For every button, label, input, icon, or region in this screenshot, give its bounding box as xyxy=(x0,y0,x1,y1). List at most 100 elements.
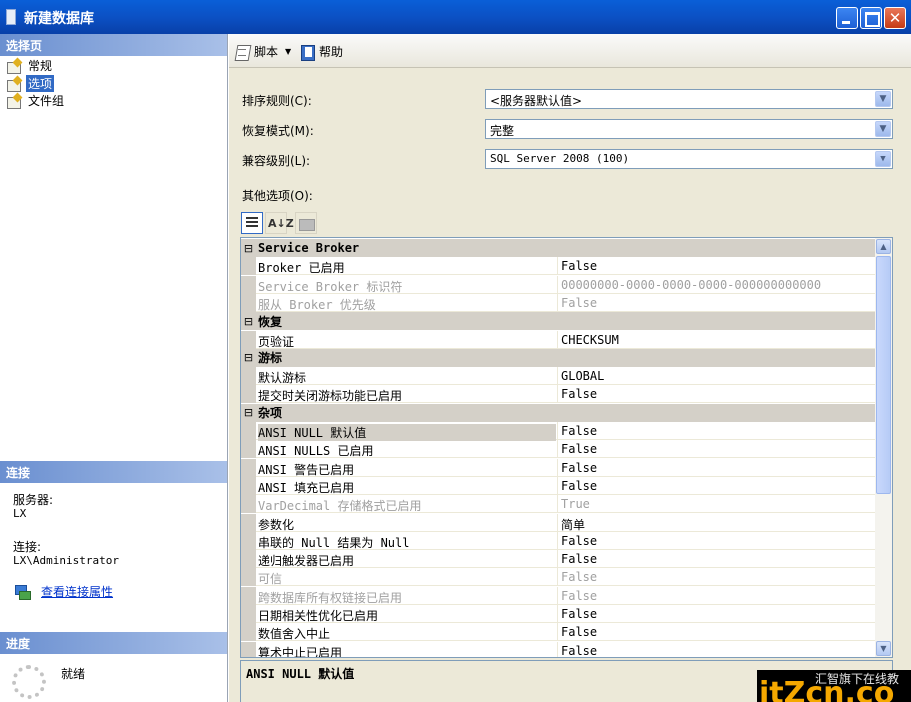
property-pages-icon[interactable] xyxy=(295,212,317,234)
window-title: 新建数据库 xyxy=(24,11,94,27)
grid-row[interactable]: 默认游标 GLOBAL xyxy=(241,367,875,386)
page-item[interactable]: 常规 xyxy=(6,57,54,74)
grid-row-name: 默认游标 xyxy=(258,371,307,386)
grid-row[interactable]: ANSI 警告已启用 False xyxy=(241,458,875,477)
grid-scrollbar[interactable]: ▲ ▼ xyxy=(875,238,892,657)
page-item[interactable]: 文件组 xyxy=(6,92,66,109)
grid-category[interactable]: ⊟ 恢复 xyxy=(241,312,875,331)
grid-category-label: 杂项 xyxy=(258,406,283,421)
view-connection-properties-link[interactable]: 查看连接属性 xyxy=(41,583,113,600)
grid-row[interactable]: ANSI 填充已启用 False xyxy=(241,476,875,495)
script-label: 脚本 xyxy=(254,45,279,59)
grid-row-value[interactable]: False xyxy=(561,552,597,566)
script-button[interactable]: 脚本 ▼ xyxy=(234,43,291,60)
grid-row-value[interactable]: CHECKSUM xyxy=(561,333,619,347)
row-gutter xyxy=(241,550,256,569)
grid-row[interactable]: VarDecimal 存储格式已启用 True xyxy=(241,495,875,514)
grid-row-value[interactable]: False xyxy=(561,625,597,639)
minimize-button[interactable] xyxy=(836,7,858,29)
grid-row[interactable]: 算术中止已启用 False xyxy=(241,641,875,658)
grid-row[interactable]: 跨数据库所有权链接已启用 False xyxy=(241,586,875,605)
chevron-down-icon[interactable]: ▼ xyxy=(875,91,891,107)
grid-category[interactable]: ⊟ 杂项 xyxy=(241,403,875,422)
options-property-grid[interactable]: ⊟ Service Broker Broker 已启用 False Service Br… xyxy=(240,237,893,658)
grid-row[interactable]: 递归触发器已启用 False xyxy=(241,550,875,569)
grid-row[interactable]: 提交时关闭游标功能已启用 False xyxy=(241,385,875,404)
scroll-down-icon[interactable]: ▼ xyxy=(876,641,891,656)
grid-divider xyxy=(557,568,558,587)
grid-row-value[interactable]: 简单 xyxy=(561,516,585,533)
row-gutter xyxy=(241,330,256,349)
close-button[interactable]: ✕ xyxy=(884,7,906,29)
recovery-model-select[interactable]: 完整 ▼ xyxy=(485,119,893,139)
maximize-button[interactable] xyxy=(860,7,882,29)
grid-row-name: 数值舍入中止 xyxy=(258,627,331,642)
grid-row[interactable]: 日期相关性优化已启用 False xyxy=(241,605,875,623)
grid-row-name: 递归触发器已启用 xyxy=(258,554,355,569)
grid-row[interactable]: 数值舍入中止 False xyxy=(241,623,875,642)
grid-row-value[interactable]: False xyxy=(561,461,597,475)
collapse-icon[interactable]: ⊟ xyxy=(241,315,256,328)
grid-row-value[interactable]: False xyxy=(561,387,597,401)
grid-row-value[interactable]: False xyxy=(561,479,597,493)
grid-row-value[interactable]: False xyxy=(561,296,597,310)
grid-row-value[interactable]: 00000000-0000-0000-0000-000000000000 xyxy=(561,278,821,292)
chevron-down-icon[interactable]: ▼ xyxy=(285,47,291,56)
collapse-icon[interactable]: ⊟ xyxy=(241,242,256,255)
grid-row[interactable]: 页验证 CHECKSUM xyxy=(241,330,875,349)
row-gutter xyxy=(241,367,256,386)
grid-row-value[interactable]: False xyxy=(561,589,597,603)
grid-row[interactable]: 可信 False xyxy=(241,568,875,587)
grid-row-value[interactable]: True xyxy=(561,497,590,511)
grid-category-label: 恢复 xyxy=(258,314,283,329)
connection-properties-icon xyxy=(14,583,31,600)
grid-row-value[interactable]: False xyxy=(561,424,597,438)
categorized-view-icon[interactable] xyxy=(241,212,263,234)
scroll-thumb[interactable] xyxy=(876,256,891,494)
grid-row-value[interactable]: False xyxy=(561,534,597,548)
row-gutter xyxy=(241,641,256,657)
grid-row-name: ANSI NULL 默认值 xyxy=(258,424,556,441)
chevron-down-icon[interactable]: ▼ xyxy=(875,121,891,137)
grid-divider xyxy=(557,586,558,605)
grid-row[interactable]: Broker 已启用 False xyxy=(241,257,875,276)
page-item[interactable]: 选项 xyxy=(6,75,55,92)
grid-row-name: 日期相关性优化已启用 xyxy=(258,609,379,623)
grid-row-value[interactable]: False xyxy=(561,259,597,273)
grid-row[interactable]: 串联的 Null 结果为 Null False xyxy=(241,531,875,550)
grid-row-value[interactable]: False xyxy=(561,570,597,584)
compat-level-select[interactable]: SQL Server 2008 (100) ▼ xyxy=(485,149,893,169)
grid-row[interactable]: 服从 Broker 优先级 False xyxy=(241,293,875,312)
title-bar[interactable]: 新建数据库 ✕ xyxy=(0,0,911,34)
grid-row-name: 算术中止已启用 xyxy=(258,645,343,658)
grid-row-name: 可信 xyxy=(258,572,283,587)
grid-row[interactable]: ANSI NULL 默认值 False xyxy=(241,422,875,441)
help-button[interactable]: 帮助 xyxy=(300,43,343,61)
other-options-label: 其他选项(O): xyxy=(242,189,313,203)
grid-row[interactable]: ANSI NULLS 已启用 False xyxy=(241,440,875,459)
grid-category[interactable]: ⊟ 游标 xyxy=(241,348,875,367)
collapse-icon[interactable]: ⊟ xyxy=(241,351,256,364)
collation-value: <服务器默认值> xyxy=(490,94,583,108)
grid-row-value[interactable]: False xyxy=(561,607,597,621)
chevron-down-icon[interactable]: ▼ xyxy=(875,151,891,167)
compat-label: 兼容级别(L): xyxy=(242,154,311,168)
grid-category[interactable]: ⊟ Service Broker xyxy=(241,239,875,257)
grid-row-value[interactable]: GLOBAL xyxy=(561,369,604,383)
grid-row[interactable]: Service Broker 标识符 00000000-0000-0000-000… xyxy=(241,275,875,294)
alphabetical-sort-icon[interactable]: A↓Z xyxy=(265,212,294,234)
grid-row-value[interactable]: False xyxy=(561,442,597,456)
row-gutter xyxy=(241,513,256,532)
collation-select[interactable]: <服务器默认值> ▼ xyxy=(485,89,893,109)
page-icon xyxy=(6,94,22,109)
collapse-icon[interactable]: ⊟ xyxy=(241,406,256,419)
grid-row[interactable]: 参数化 简单 xyxy=(241,513,875,533)
main-panel: 脚本 ▼ 帮助 排序规则(C): <服务器默认值> ▼ 恢复模式(M): 完整 … xyxy=(229,34,911,702)
grid-divider xyxy=(557,367,558,386)
grid-row-value[interactable]: False xyxy=(561,644,597,657)
watermark: itZcn.co 汇智旗下在线教 xyxy=(757,670,911,702)
watermark-text: 汇智旗下在线教 xyxy=(815,672,900,686)
progress-status: 就绪 xyxy=(61,667,86,681)
scroll-up-icon[interactable]: ▲ xyxy=(876,239,891,254)
page-item-label: 文件组 xyxy=(28,94,65,108)
